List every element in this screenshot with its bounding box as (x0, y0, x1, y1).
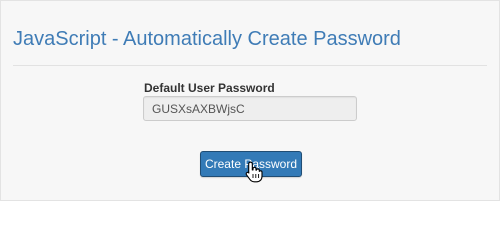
default-password-field[interactable] (143, 96, 357, 121)
page-title: JavaScript - Automatically Create Passwo… (13, 28, 401, 50)
page-panel: JavaScript - Automatically Create Passwo… (0, 0, 500, 201)
password-label: Default User Password (144, 81, 275, 95)
title-divider (13, 65, 487, 66)
create-password-button[interactable]: Create Password (200, 151, 302, 177)
